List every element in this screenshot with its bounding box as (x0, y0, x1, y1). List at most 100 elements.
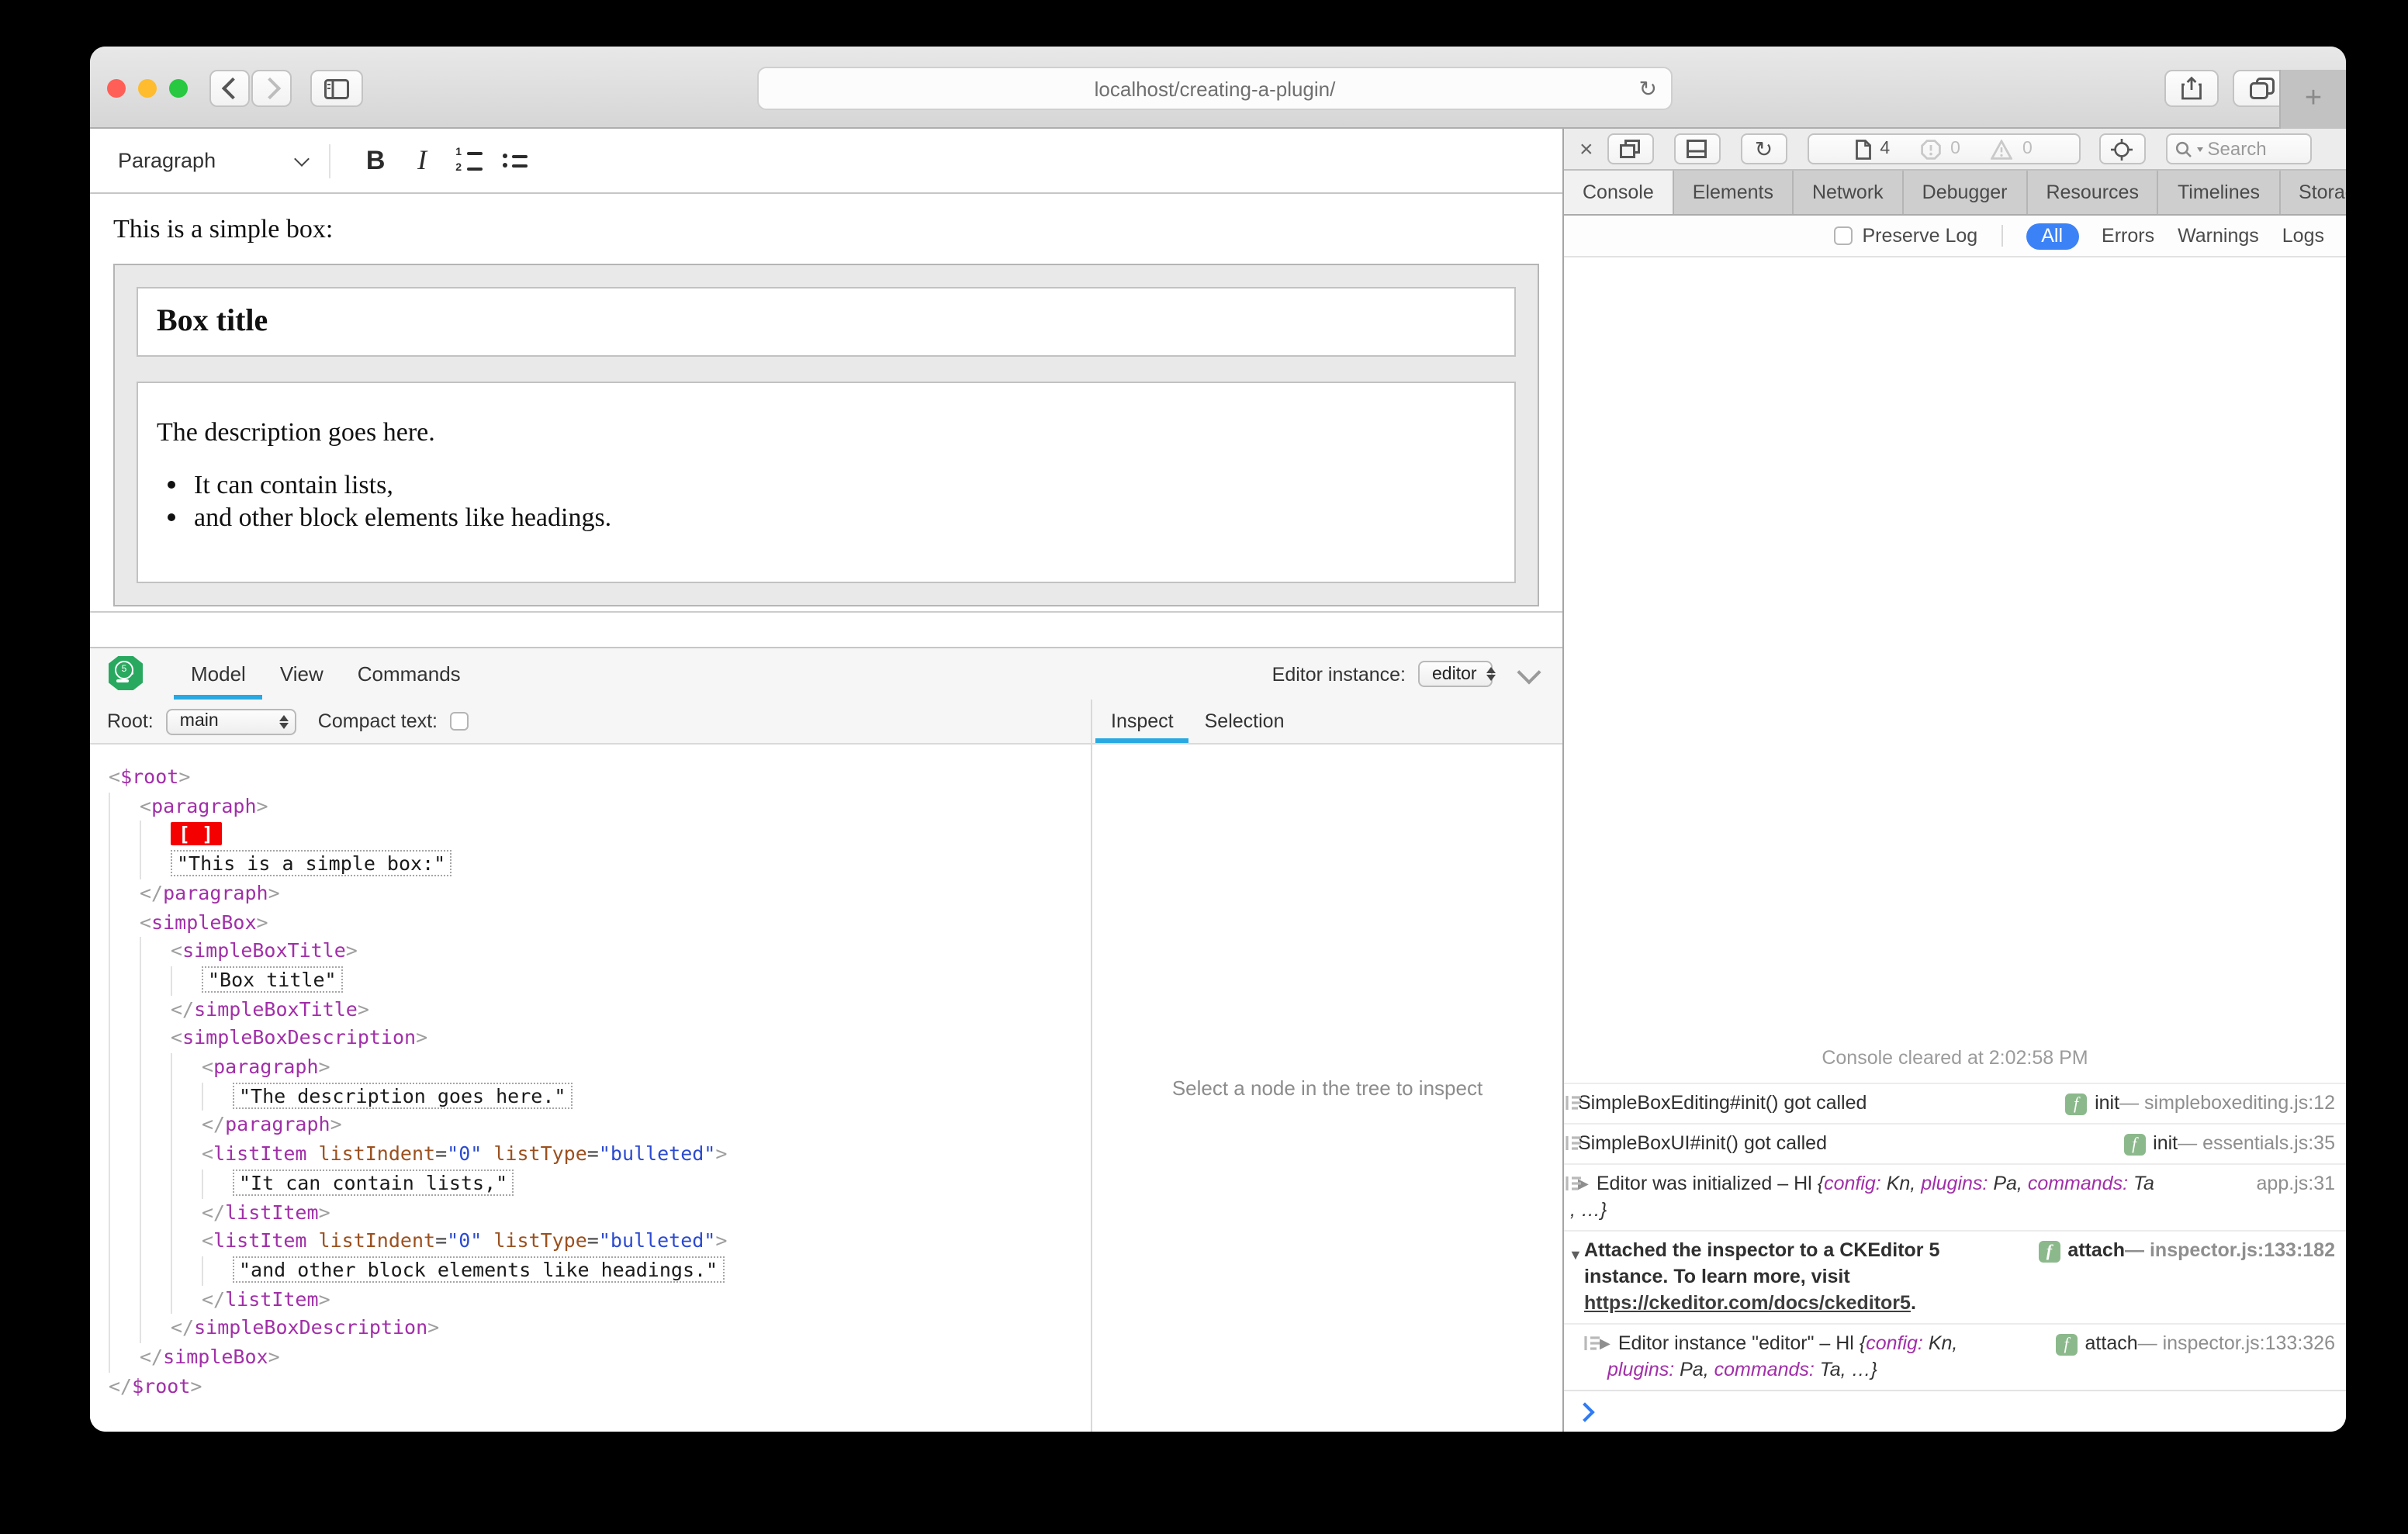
source-location[interactable]: — essentials.js:35 (2178, 1131, 2335, 1157)
zoom-window-button[interactable] (169, 79, 188, 98)
tab-resources[interactable]: Resources (2027, 171, 2159, 214)
tree-line[interactable]: [ ] (109, 821, 1091, 851)
console-row[interactable]: f attach — inspector.js:133:182 ▼ Attached … (1564, 1230, 2346, 1323)
dock-bottom-button[interactable] (1673, 133, 1721, 164)
console-prompt[interactable] (1564, 1390, 2346, 1432)
paragraph-dropdown[interactable]: Paragraph (118, 149, 310, 172)
console-row[interactable]: f attach — inspector.js:133:326 ▶ Editor in… (1564, 1323, 2346, 1390)
element-picker-button[interactable] (2098, 133, 2146, 164)
tree-line[interactable]: <paragraph> (109, 792, 1091, 821)
tab-commands[interactable]: Commands (341, 648, 478, 700)
resource-status-button[interactable]: 4 0 0 (1807, 133, 2081, 164)
tree-line[interactable]: <paragraph> (109, 1053, 1091, 1083)
bold-button[interactable]: B (352, 137, 399, 184)
tree-line[interactable]: </listItem> (109, 1285, 1091, 1315)
back-icon (220, 77, 244, 100)
tree-line[interactable]: <listItem listIndent="0" listType="bulle… (109, 1140, 1091, 1170)
tree-line[interactable]: </simpleBoxDescription> (109, 1314, 1091, 1344)
intro-paragraph[interactable]: This is a simple box: (90, 194, 1562, 264)
tree-line[interactable]: </simpleBoxTitle> (109, 995, 1091, 1024)
filter-warnings[interactable]: Warnings (2178, 225, 2259, 247)
ckeditor-logo-icon: 5 (109, 656, 143, 690)
url-bar[interactable]: localhost/creating-a-plugin/ ↻ (757, 67, 1673, 110)
console-row[interactable]: f init — essentials.js:35 SimpleBoxUI#init… (1564, 1123, 2346, 1163)
preserve-log-checkbox[interactable] (1834, 226, 1853, 245)
editor-toolbar: Paragraph B I 1 2 (90, 129, 1562, 194)
function-badge-icon: f (2123, 1133, 2146, 1155)
tree-line[interactable]: </$root> (109, 1373, 1091, 1401)
tree-line[interactable]: </paragraph> (109, 879, 1091, 908)
message-segment: Kn, (1922, 1332, 1958, 1354)
tree-line[interactable]: "Box title" (109, 966, 1091, 996)
tree-line[interactable]: <listItem listIndent="0" listType="bulle… (109, 1227, 1091, 1256)
tree-line[interactable]: "This is a simple box:" (109, 850, 1091, 879)
new-tab-button[interactable]: + (2279, 70, 2346, 129)
console-pane[interactable]: Console cleared at 2:02:58 PM f init — si… (1564, 257, 2346, 1390)
warning-count: 0 (2022, 140, 2033, 158)
function-name: init (2153, 1132, 2178, 1154)
tree-line[interactable]: "The description goes here." (109, 1082, 1091, 1111)
source-location[interactable]: — simpleboxediting.js:12 (2119, 1090, 2335, 1117)
forward-button[interactable] (251, 70, 292, 107)
root-select[interactable]: main (165, 708, 296, 734)
indent-guide (202, 1256, 233, 1286)
tab-timelines[interactable]: Timelines (2159, 171, 2281, 214)
tab-selection[interactable]: Selection (1189, 700, 1300, 743)
tree-line[interactable]: <simpleBoxTitle> (109, 937, 1091, 966)
indent-guide (109, 1140, 140, 1170)
bulleted-list-button[interactable] (492, 137, 538, 184)
compact-text-checkbox[interactable] (450, 712, 469, 731)
editor-editable[interactable]: This is a simple box: Box title The desc… (90, 194, 1562, 613)
browser-titlebar: localhost/creating-a-plugin/ ↻ + (90, 47, 2346, 129)
page-count: 4 (1880, 140, 1891, 158)
console-row[interactable]: f init — simpleboxediting.js:12 SimpleBoxE… (1564, 1083, 2346, 1123)
close-devtools-icon[interactable]: × (1579, 137, 1593, 161)
tree-line[interactable]: <simpleBoxDescription> (109, 1024, 1091, 1054)
tree-line[interactable]: <$root> (109, 763, 1091, 792)
collapse-inspector-icon[interactable] (1517, 659, 1541, 684)
tree-line[interactable]: "and other block elements like headings.… (109, 1256, 1091, 1286)
sidebar-button[interactable] (310, 70, 363, 107)
disclosure-expanded-icon[interactable]: ▼ (1569, 1242, 1583, 1269)
devtools-search-field[interactable]: Search (2165, 133, 2312, 164)
tree-line[interactable]: </listItem> (109, 1198, 1091, 1228)
back-button[interactable] (209, 70, 250, 107)
tab-inspect[interactable]: Inspect (1095, 700, 1190, 743)
tab-view[interactable]: View (263, 648, 341, 700)
tab-elements[interactable]: Elements (1674, 171, 1794, 214)
numbered-list-button[interactable]: 1 2 (445, 137, 492, 184)
reload-page-button[interactable]: ↻ (1740, 133, 1787, 164)
model-tree[interactable]: <$root> <paragraph>[ ] "This is a simple b… (90, 745, 1091, 1432)
simple-box-title[interactable]: Box title (137, 287, 1516, 357)
tab-console[interactable]: Console (1564, 171, 1674, 214)
simple-box-description[interactable]: The description goes here. It can contai… (137, 382, 1516, 583)
indent-guide (109, 966, 140, 996)
italic-button[interactable]: I (399, 137, 445, 184)
filter-errors[interactable]: Errors (2102, 225, 2154, 247)
source-location[interactable]: app.js:31 (2257, 1171, 2335, 1197)
minimize-window-button[interactable] (138, 79, 157, 98)
source-location[interactable]: — inspector.js:133:326 (2138, 1331, 2335, 1357)
console-row[interactable]: app.js:31 ▶ Editor was initialized – Hl {c… (1564, 1163, 2346, 1230)
editor-instance-select[interactable]: editor (1418, 661, 1496, 687)
source-location[interactable]: — inspector.js:133:182 (2125, 1238, 2335, 1264)
tag-name: simpleBoxTitle (194, 997, 358, 1021)
detach-devtools-button[interactable] (1607, 133, 1654, 164)
message-segment: { (1817, 1173, 1825, 1194)
tree-line[interactable]: "It can contain lists," (109, 1169, 1091, 1199)
tree-line[interactable]: <simpleBox> (109, 908, 1091, 938)
tab-model[interactable]: Model (174, 648, 264, 700)
filter-all[interactable]: All (2026, 223, 2079, 249)
close-window-button[interactable] (107, 79, 126, 98)
simple-box-widget[interactable]: Box title The description goes here. It … (113, 264, 1539, 606)
tree-line[interactable]: </simpleBox> (109, 1343, 1091, 1373)
tab-network[interactable]: Network (1794, 171, 1904, 214)
tree-line[interactable]: </paragraph> (109, 1111, 1091, 1141)
tab-debugger[interactable]: Debugger (1904, 171, 2028, 214)
filter-logs[interactable]: Logs (2282, 225, 2324, 247)
tab-storage[interactable]: Storage (2280, 171, 2346, 214)
reload-icon[interactable]: ↻ (1639, 76, 1657, 102)
indent-guide (140, 1314, 171, 1344)
share-button[interactable] (2164, 70, 2219, 107)
disclosure-collapsed-icon[interactable]: ▶ (1600, 1335, 1611, 1351)
